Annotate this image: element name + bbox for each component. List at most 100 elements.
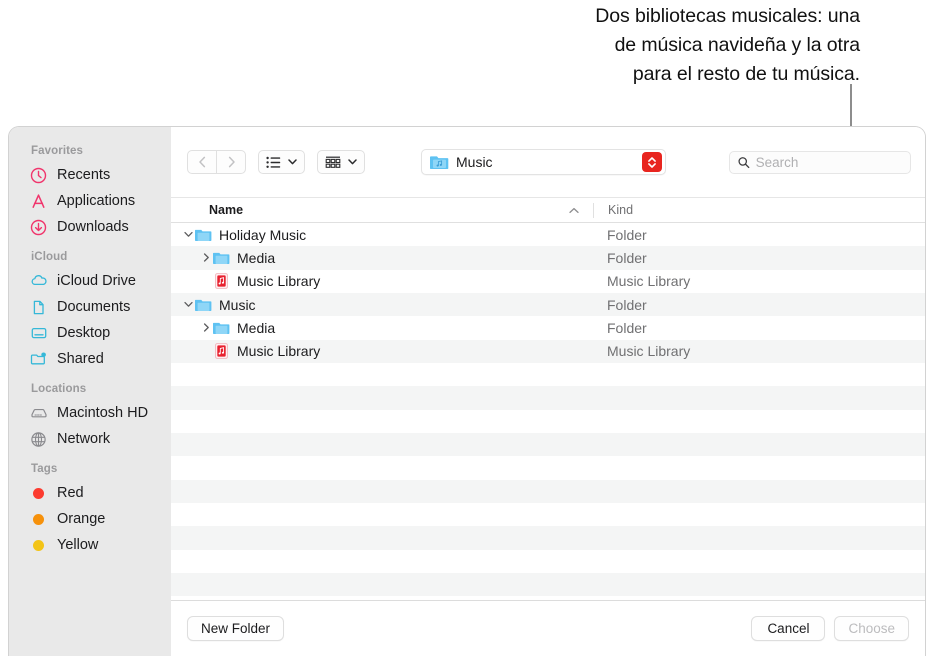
clock-icon bbox=[29, 166, 48, 185]
music-folder-icon bbox=[430, 156, 449, 169]
hard-drive-icon bbox=[29, 404, 48, 423]
caption-line-2: de música navideña y la otra bbox=[614, 34, 861, 56]
sidebar-item-tag-orange[interactable]: Orange bbox=[9, 506, 171, 532]
empty-row bbox=[171, 456, 925, 479]
file-kind-label: Music Library bbox=[607, 343, 691, 360]
location-name: Music bbox=[456, 154, 493, 170]
callout-caption: Dos bibliotecas musicales: una de música… bbox=[340, 2, 860, 89]
table-row[interactable]: Music Folder bbox=[171, 292, 925, 317]
sidebar-item-downloads[interactable]: Downloads bbox=[9, 214, 171, 240]
sidebar-item-label: Orange bbox=[57, 511, 106, 527]
column-header-kind[interactable]: Kind bbox=[593, 202, 925, 218]
disclosure-triangle-expanded-icon[interactable] bbox=[181, 231, 195, 238]
caption-line-1: Dos bibliotecas musicales: una bbox=[595, 5, 860, 27]
file-name-label: Music Library bbox=[237, 273, 321, 290]
music-library-icon bbox=[213, 343, 230, 360]
empty-row bbox=[171, 479, 925, 503]
location-popup-button[interactable]: Music bbox=[421, 149, 666, 175]
group-by-icon bbox=[325, 156, 341, 168]
file-kind-label: Folder bbox=[607, 319, 647, 336]
file-kind-label: Music Library bbox=[607, 273, 691, 290]
sidebar: Favorites Recents Applications Downloads bbox=[9, 127, 171, 656]
back-button[interactable] bbox=[187, 150, 217, 174]
document-icon bbox=[29, 298, 48, 317]
file-name-label: Music Library bbox=[237, 343, 321, 360]
sidebar-section-icloud: iCloud iCloud Drive Documents Desktop Sh… bbox=[9, 251, 171, 372]
file-picker-window: Favorites Recents Applications Downloads bbox=[8, 126, 926, 656]
group-by-button[interactable] bbox=[317, 150, 365, 174]
sidebar-item-recents[interactable]: Recents bbox=[9, 162, 171, 188]
disclosure-triangle-collapsed-icon[interactable] bbox=[199, 253, 213, 263]
folder-icon bbox=[213, 319, 230, 336]
sidebar-item-label: Network bbox=[57, 431, 111, 447]
file-name-label: Music bbox=[219, 296, 256, 313]
column-header-name-label: Name bbox=[209, 203, 244, 217]
file-kind-label: Folder bbox=[607, 249, 647, 266]
sidebar-item-macintosh-hd[interactable]: Macintosh HD bbox=[9, 400, 171, 426]
disclosure-triangle-expanded-icon[interactable] bbox=[181, 301, 195, 308]
sidebar-item-label: Downloads bbox=[57, 219, 129, 235]
download-arrow-icon bbox=[29, 218, 48, 237]
folder-icon bbox=[213, 249, 230, 266]
music-library-icon bbox=[213, 273, 230, 290]
globe-icon bbox=[29, 430, 48, 449]
file-name-cell: Music bbox=[171, 296, 593, 313]
sidebar-item-label: Documents bbox=[57, 299, 131, 315]
file-name-label: Media bbox=[237, 319, 276, 336]
column-headers: Name Kind bbox=[171, 197, 925, 223]
file-name-cell: Media bbox=[171, 249, 593, 266]
sidebar-item-label: Macintosh HD bbox=[57, 405, 149, 421]
applications-icon bbox=[29, 192, 48, 211]
new-folder-button[interactable]: New Folder bbox=[187, 616, 285, 641]
column-header-name[interactable]: Name bbox=[171, 203, 593, 217]
sidebar-item-documents[interactable]: Documents bbox=[9, 294, 171, 320]
choose-button[interactable]: Choose bbox=[834, 616, 909, 641]
view-mode-button[interactable] bbox=[258, 150, 305, 174]
sidebar-item-label: Red bbox=[57, 485, 84, 501]
sidebar-item-label: Yellow bbox=[57, 537, 99, 553]
caption-line-3: para el resto de tu música. bbox=[632, 63, 860, 85]
sidebar-item-applications[interactable]: Applications bbox=[9, 188, 171, 214]
table-row[interactable]: Holiday Music Folder bbox=[171, 223, 925, 246]
desktop-icon bbox=[29, 324, 48, 343]
empty-row bbox=[171, 503, 925, 526]
column-header-kind-label: Kind bbox=[608, 203, 634, 217]
sidebar-item-label: iCloud Drive bbox=[57, 273, 136, 289]
sidebar-section-locations: Locations Macintosh HD Network bbox=[9, 383, 171, 452]
folder-icon bbox=[195, 226, 212, 243]
sidebar-item-shared[interactable]: Shared bbox=[9, 346, 171, 372]
file-kind-label: Folder bbox=[607, 296, 647, 313]
sort-ascending-icon bbox=[569, 207, 579, 214]
search-input[interactable] bbox=[755, 154, 902, 170]
table-row[interactable]: Media Folder bbox=[171, 316, 925, 339]
forward-button[interactable] bbox=[216, 150, 246, 174]
file-name-cell: Music Library bbox=[171, 343, 593, 360]
tag-dot-icon bbox=[29, 510, 48, 529]
sidebar-header-favorites: Favorites bbox=[31, 145, 84, 157]
table-row[interactable]: Media Folder bbox=[171, 246, 925, 270]
sidebar-header-icloud: iCloud bbox=[31, 251, 68, 263]
cancel-button[interactable]: Cancel bbox=[751, 616, 826, 641]
sidebar-item-label: Recents bbox=[57, 167, 111, 183]
shared-folder-icon bbox=[29, 350, 48, 369]
sidebar-item-network[interactable]: Network bbox=[9, 426, 171, 452]
sidebar-item-desktop[interactable]: Desktop bbox=[9, 320, 171, 346]
table-row[interactable]: Music Library Music Library bbox=[171, 339, 925, 363]
empty-row bbox=[171, 526, 925, 550]
table-row[interactable]: Music Library Music Library bbox=[171, 270, 925, 293]
search-field[interactable] bbox=[729, 150, 911, 174]
sidebar-item-icloud-drive[interactable]: iCloud Drive bbox=[9, 268, 171, 294]
file-name-label: Holiday Music bbox=[219, 226, 307, 243]
location-stepper-icon[interactable] bbox=[642, 152, 662, 172]
sidebar-item-label: Applications bbox=[57, 193, 136, 209]
list-view-icon bbox=[266, 156, 281, 168]
chevron-down-icon bbox=[288, 159, 297, 165]
search-icon bbox=[738, 156, 750, 168]
empty-row bbox=[171, 386, 925, 410]
file-list[interactable]: Holiday Music Folder Media Folder Music … bbox=[171, 223, 925, 600]
sidebar-item-tag-yellow[interactable]: Yellow bbox=[9, 532, 171, 558]
disclosure-triangle-collapsed-icon[interactable] bbox=[199, 323, 213, 333]
sidebar-item-tag-red[interactable]: Red bbox=[9, 480, 171, 506]
empty-row bbox=[171, 363, 925, 386]
content-pane: Music Name Kind bbox=[171, 127, 925, 656]
